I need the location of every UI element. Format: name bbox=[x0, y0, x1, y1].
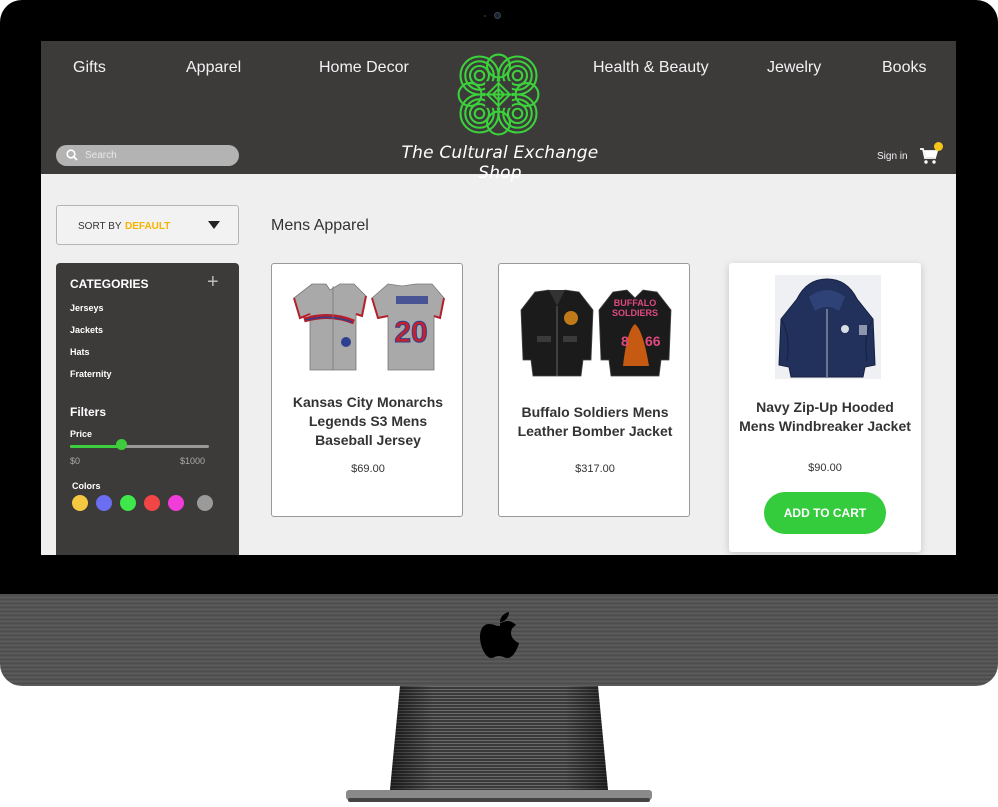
product-name[interactable]: Kansas City Monarchs Legends S3 Mens Bas… bbox=[282, 393, 454, 450]
plus-icon[interactable]: + bbox=[207, 272, 219, 292]
categories-title: CATEGORIES bbox=[70, 277, 149, 291]
camera-icon bbox=[494, 12, 501, 19]
sign-in-link[interactable]: Sign in bbox=[877, 151, 908, 162]
section-title: Mens Apparel bbox=[271, 217, 369, 234]
svg-text:SOLDIERS: SOLDIERS bbox=[612, 308, 658, 318]
svg-text:20: 20 bbox=[394, 316, 427, 349]
search-placeholder: Search bbox=[85, 150, 117, 161]
price-max: $1000 bbox=[180, 456, 206, 466]
monitor-bezel: Gifts Apparel Home Decor Health & Beauty… bbox=[0, 0, 998, 596]
filters-title: Filters bbox=[70, 405, 107, 419]
filter-sidebar: CATEGORIES + Jerseys Jackets Hats Frater… bbox=[56, 263, 239, 555]
cart-badge bbox=[934, 142, 943, 151]
nav-health-beauty[interactable]: Health & Beauty bbox=[593, 59, 709, 77]
product-name[interactable]: Navy Zip-Up Hooded Mens Windbreaker Jack… bbox=[739, 398, 911, 436]
product-image-bomber-jacket[interactable]: BUFFALO SOLDIERS 8 66 bbox=[517, 276, 673, 380]
svg-text:8: 8 bbox=[621, 333, 629, 349]
product-price: $90.00 bbox=[808, 462, 842, 474]
category-jackets[interactable]: Jackets bbox=[70, 325, 103, 335]
add-to-cart-button[interactable]: ADD TO CART bbox=[764, 492, 886, 534]
sort-dropdown[interactable]: SORT BY DEFAULT bbox=[56, 205, 239, 245]
search-icon bbox=[66, 149, 78, 161]
nav-gifts[interactable]: Gifts bbox=[73, 59, 106, 77]
colors-label: Colors bbox=[72, 481, 101, 491]
caret-down-icon bbox=[208, 221, 220, 229]
nav-apparel[interactable]: Apparel bbox=[186, 59, 241, 77]
price-slider-handle[interactable] bbox=[115, 439, 127, 450]
svg-text:BUFFALO: BUFFALO bbox=[614, 298, 657, 308]
product-name[interactable]: Buffalo Soldiers Mens Leather Bomber Jac… bbox=[509, 403, 681, 441]
sort-label: SORT BY bbox=[78, 221, 122, 232]
monitor-stand bbox=[346, 686, 652, 802]
product-image-windbreaker[interactable] bbox=[747, 275, 903, 379]
search-input[interactable]: Search bbox=[56, 145, 239, 166]
nav-home-decor[interactable]: Home Decor bbox=[319, 59, 409, 77]
site-header: Gifts Apparel Home Decor Health & Beauty… bbox=[41, 41, 956, 183]
shop-logo-icon[interactable] bbox=[451, 47, 546, 142]
svg-text:66: 66 bbox=[645, 333, 661, 349]
product-price: $69.00 bbox=[351, 463, 385, 475]
product-price: $317.00 bbox=[575, 463, 615, 475]
price-slider-fill bbox=[70, 445, 122, 448]
product-image-jersey[interactable]: 20 bbox=[290, 276, 446, 380]
color-swatch-yellow[interactable] bbox=[72, 495, 88, 511]
color-swatch-red[interactable] bbox=[144, 495, 160, 511]
color-swatch-magenta[interactable] bbox=[168, 495, 184, 511]
product-card[interactable]: 20 Kansas City Monarchs Legends S3 Mens … bbox=[271, 263, 463, 517]
price-min: $0 bbox=[70, 456, 81, 466]
price-slider[interactable] bbox=[70, 445, 209, 448]
product-card[interactable]: Navy Zip-Up Hooded Mens Windbreaker Jack… bbox=[729, 263, 921, 552]
nav-books[interactable]: Books bbox=[882, 59, 926, 77]
camera-sensor bbox=[484, 15, 486, 17]
color-swatch-gray[interactable] bbox=[197, 495, 213, 511]
apple-logo-icon bbox=[480, 612, 519, 658]
color-swatch-green[interactable] bbox=[120, 495, 136, 511]
sort-value: DEFAULT bbox=[125, 221, 171, 232]
nav-jewelry[interactable]: Jewelry bbox=[767, 59, 821, 77]
category-hats[interactable]: Hats bbox=[70, 347, 90, 357]
shop-title: The Cultural Exchange Shop bbox=[401, 143, 599, 183]
category-fraternity[interactable]: Fraternity bbox=[70, 369, 112, 379]
product-card[interactable]: BUFFALO SOLDIERS 8 66 Buffalo Soldiers M… bbox=[498, 263, 690, 517]
color-swatch-blue[interactable] bbox=[96, 495, 112, 511]
category-jerseys[interactable]: Jerseys bbox=[70, 303, 104, 313]
screen: Gifts Apparel Home Decor Health & Beauty… bbox=[41, 41, 956, 555]
price-label: Price bbox=[70, 429, 93, 439]
